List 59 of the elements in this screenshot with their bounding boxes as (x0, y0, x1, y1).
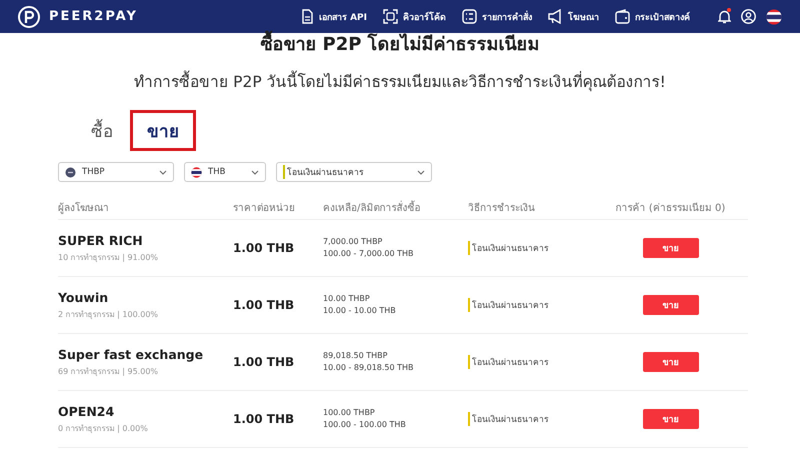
column-header: วิธีการชำระเงิน (468, 202, 536, 214)
tab[interactable]: ขาย (130, 110, 196, 150)
scan-icon (383, 9, 398, 24)
sell-button[interactable]: ขาย (642, 409, 698, 429)
available-amount: 10.00 THBP (323, 293, 371, 305)
column-header: การค้า (ค่าธรรมเนียม 0) (616, 202, 726, 214)
order-limit: 100.00 - 7,000.00 THB (323, 248, 415, 260)
sell-button[interactable]: ขาย (642, 295, 698, 315)
chevron-down-icon (159, 170, 167, 174)
document-icon (300, 9, 314, 24)
list-icon (462, 9, 477, 24)
advertiser-stats: 2 การทำธุรกรรม | 100.00% (58, 308, 160, 320)
filter-dropdown[interactable]: THB (184, 162, 266, 182)
page-subtitle: ทำการซื้อขาย P2P วันนี้โดยไม่มีค่าธรรมเนียมและวิธีการชำระเงินที่คุณต้องการ! (134, 72, 666, 92)
payment-method: โอนเงินผ่านธนาคาร (468, 412, 549, 426)
unit-price: 1.00 THB (233, 412, 296, 426)
brand-name: PEER2PAY (49, 9, 138, 24)
column-header: ราคาต่อหน่วย (233, 202, 296, 214)
megaphone-icon (548, 9, 563, 24)
order-limit: 10.00 - 10.00 THB (323, 305, 397, 317)
sell-button[interactable]: ขาย (642, 238, 698, 258)
column-header: คงเหลือ/ลิมิตการสั่งซื้อ (323, 200, 422, 214)
chevron-down-icon (417, 170, 425, 174)
flag-icon (191, 166, 202, 178)
unit-price: 1.00 THB (233, 241, 296, 255)
column-header: ผู้ลงโฆษณา (58, 201, 110, 214)
nav-link[interactable]: เอกสาร API (300, 9, 367, 24)
order-limit: 100.00 - 100.00 THB (323, 419, 407, 431)
tab[interactable]: ซื้อ (80, 110, 124, 150)
advertiser-stats: 69 การทำธุรกรรม | 95.00% (58, 366, 160, 378)
unit-price: 1.00 THB (233, 298, 296, 312)
nav-link[interactable]: โฆษณา (548, 9, 599, 24)
payment-method: โอนเงินผ่านธนาคาร (468, 241, 549, 255)
nav-link[interactable]: คิวอาร์โค้ด (383, 9, 446, 24)
advertiser-name[interactable]: Super fast exchange (58, 346, 233, 362)
advertiser-name[interactable]: OPEN24 (58, 404, 233, 418)
language-flag-icon[interactable] (766, 8, 782, 24)
payment-method: โอนเงินผ่านธนาคาร (468, 355, 549, 369)
profile-icon[interactable] (741, 9, 756, 24)
payment-method: โอนเงินผ่านธนาคาร (468, 298, 549, 312)
unit-price: 1.00 THB (233, 355, 296, 369)
available-amount: 100.00 THBP (323, 407, 376, 419)
available-amount: 7,000.00 THBP (323, 236, 384, 248)
advertiser-stats: 0 การทำธุรกรรม | 0.00% (58, 422, 149, 434)
chevron-down-icon (251, 170, 259, 174)
advertiser-name[interactable]: SUPER RICH (58, 232, 233, 248)
filter-dropdown[interactable]: THBP (58, 162, 174, 182)
sell-button[interactable]: ขาย (642, 352, 698, 372)
available-amount: 89,018.50 THBP (323, 350, 388, 362)
wallet-icon (615, 9, 630, 24)
filter-dropdown[interactable]: โอนเงินผ่านธนาคาร (276, 162, 432, 182)
coin-icon (65, 166, 76, 178)
nav-link[interactable]: รายการคำสั่ง (462, 9, 532, 24)
advertiser-stats: 10 การทำธุรกรรม | 91.00% (58, 252, 160, 264)
order-limit: 10.00 - 89,018.50 THB (323, 362, 415, 374)
nav-link[interactable]: กระเป๋าสตางค์ (615, 9, 690, 24)
advertiser-name[interactable]: Youwin (58, 290, 233, 304)
notification-bell-icon[interactable] (718, 9, 731, 24)
logo-icon (18, 6, 40, 28)
